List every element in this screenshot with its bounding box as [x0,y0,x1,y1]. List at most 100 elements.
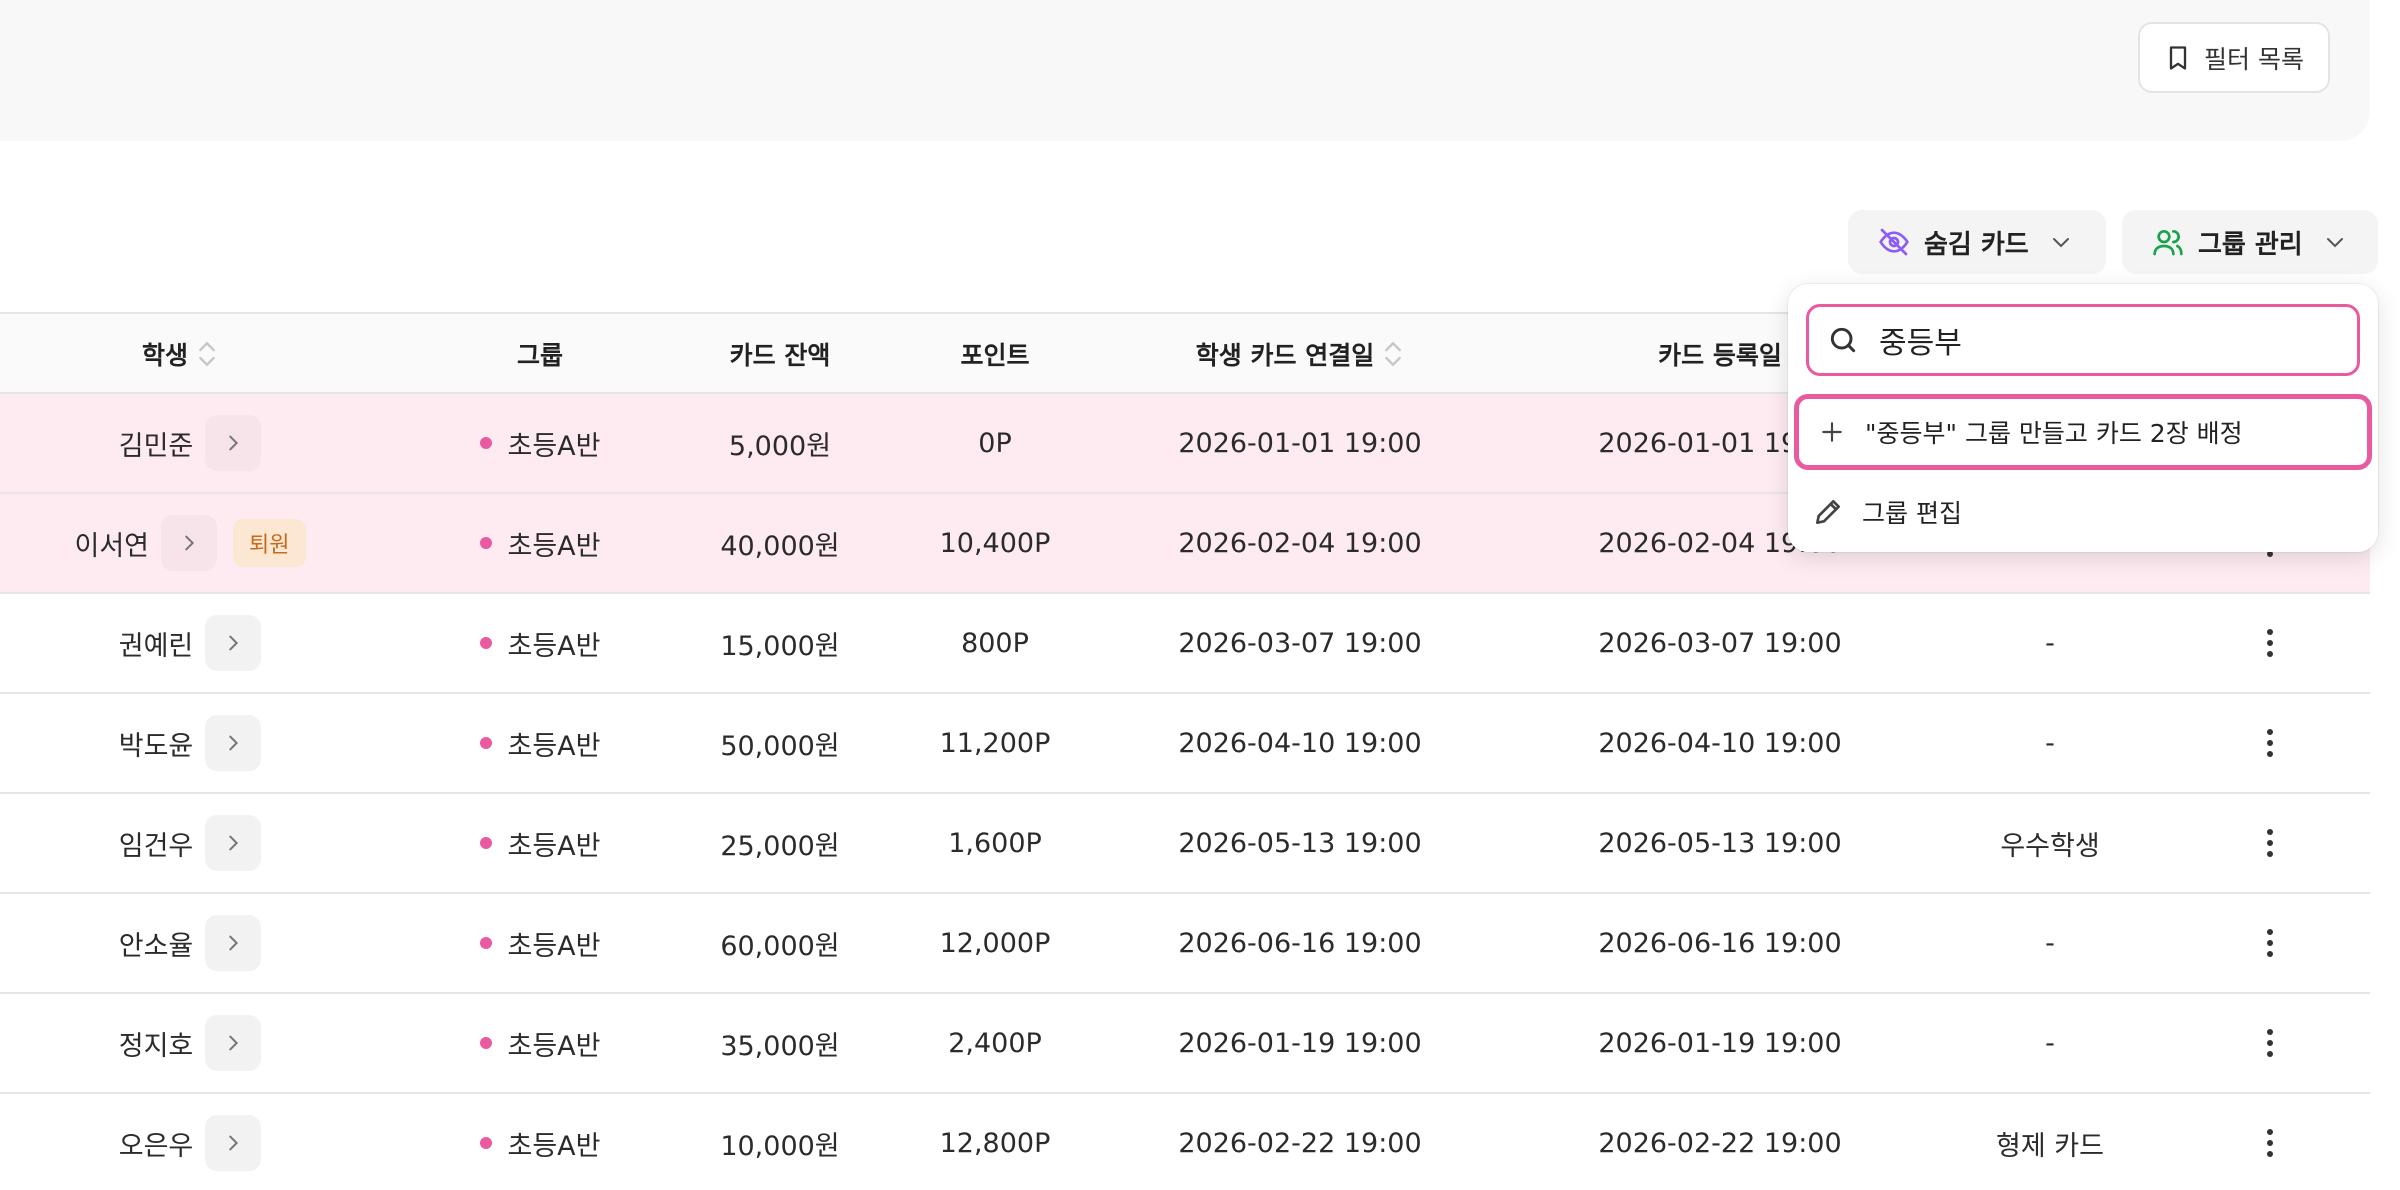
more-vertical-icon [2267,629,2273,657]
linked-date-cell: 2026-02-04 19:00 [1178,527,1422,559]
student-detail-button[interactable] [205,415,262,471]
header-points: 포인트 [890,314,1100,394]
student-name-cell: 오은우 [40,1094,340,1190]
student-name-cell: 권예린 [40,594,340,692]
student-name-cell: 정지호 [40,994,340,1092]
status-badge: 퇴원 [233,519,306,567]
create-group-option[interactable]: "중등부" 그룹 만들고 카드 2장 배정 [1794,394,2372,470]
header-balance: 카드 잔액 [670,314,890,394]
more-vertical-icon [2267,1029,2273,1057]
group-search-box[interactable] [1806,304,2360,376]
balance-cell: 25,000원 [720,830,840,862]
student-detail-button[interactable] [205,1015,262,1071]
more-vertical-icon [2267,1129,2273,1157]
group-cell: 초등A반 [440,694,640,792]
memo-cell: 우수학생 [2000,830,2100,862]
registered-date-cell: 2026-06-16 19:00 [1598,927,1842,959]
header-student[interactable]: 학생 [100,314,260,394]
edit-group-label: 그룹 편집 [1862,499,1962,528]
chevron-right-icon [185,535,195,551]
chevron-down-icon [2326,238,2343,248]
points-cell: 2,400P [948,1027,1042,1059]
users-icon [2153,230,2183,256]
more-vertical-icon [2267,929,2273,957]
group-manage-button[interactable]: 그룹 관리 [2122,210,2378,274]
table-row[interactable]: 안소율 초등A반 60,000원 12,000P 2026-06-16 19:00 202… [0,894,2370,994]
group-cell: 초등A반 [440,994,640,1092]
chevron-right-icon [229,1035,239,1051]
row-more-button[interactable] [2240,1094,2300,1190]
header-registered-date-label: 카드 등록일 [1658,341,1782,370]
table-row[interactable]: 임건우 초등A반 25,000원 1,600P 2026-05-13 19:00 2026… [0,794,2370,894]
points-cell: 12,800P [939,1127,1051,1159]
header-points-label: 포인트 [960,341,1030,370]
row-more-button[interactable] [2240,694,2300,792]
edit-group-option[interactable]: 그룹 편집 [1812,484,1962,540]
group-cell: 초등A반 [440,394,640,492]
pencil-icon [1816,500,1840,524]
table-row[interactable]: 오은우 초등A반 10,000원 12,800P 2026-02-22 19:00 202… [0,1094,2370,1190]
table-row[interactable]: 권예린 초등A반 15,000원 800P 2026-03-07 19:00 2026-0… [0,594,2370,694]
more-vertical-icon [2267,829,2273,857]
header-group-label: 그룹 [516,341,563,370]
balance-cell: 40,000원 [720,530,840,562]
student-name: 임건우 [118,830,194,862]
group-name: 초등A반 [507,430,601,462]
group-name: 초등A반 [507,630,601,662]
group-name: 초등A반 [507,730,601,762]
row-more-button[interactable] [2240,994,2300,1092]
student-detail-button[interactable] [205,815,262,871]
points-cell: 12,000P [939,927,1051,959]
student-name-cell: 박도윤 [40,694,340,792]
registered-date-cell: 2026-05-13 19:00 [1598,827,1842,859]
group-name: 초등A반 [507,530,601,562]
app-root: 필터 목록 숨김 카드 그룹 관리 학생 그룹 카드 잔액 포인트 학생 카드 … [0,0,2400,1190]
sort-icon [199,341,215,367]
memo-cell: 형제 카드 [1996,1130,2104,1162]
row-more-button[interactable] [2240,794,2300,892]
student-detail-button[interactable] [205,715,262,771]
row-more-button[interactable] [2240,594,2300,692]
group-cell: 초등A반 [440,794,640,892]
student-detail-button[interactable] [205,1115,262,1171]
group-dropdown: "중등부" 그룹 만들고 카드 2장 배정 그룹 편집 [1788,284,2378,552]
search-icon [1830,327,1856,353]
student-name: 김민준 [118,430,194,462]
group-search-input[interactable] [1879,322,2319,358]
table-row[interactable]: 정지호 초등A반 35,000원 2,400P 2026-01-19 19:00 2026… [0,994,2370,1094]
student-detail-button[interactable] [205,915,262,971]
group-color-dot [479,537,492,549]
row-more-button[interactable] [2240,894,2300,992]
points-cell: 11,200P [939,727,1051,759]
student-name: 안소율 [118,930,194,962]
hidden-cards-button[interactable]: 숨김 카드 [1848,210,2106,274]
filter-list-button[interactable]: 필터 목록 [2138,22,2330,93]
linked-date-cell: 2026-04-10 19:00 [1178,727,1422,759]
balance-cell: 50,000원 [720,730,840,762]
header-balance-label: 카드 잔액 [729,341,831,370]
header-group: 그룹 [440,314,640,394]
student-detail-button[interactable] [161,515,218,571]
group-color-dot [479,437,492,449]
header-linked-date[interactable]: 학생 카드 연결일 [1100,314,1500,394]
group-manage-label: 그룹 관리 [2198,229,2303,260]
group-color-dot [479,937,492,949]
registered-date-cell: 2026-02-22 19:00 [1598,1127,1842,1159]
group-color-dot [479,737,492,749]
student-name: 오은우 [118,1130,194,1162]
hidden-cards-label: 숨김 카드 [1924,229,2029,260]
group-color-dot [479,837,492,849]
sort-icon [1385,341,1402,367]
linked-date-cell: 2026-06-16 19:00 [1178,927,1422,959]
group-name: 초등A반 [507,830,601,862]
student-name: 이서연 [74,530,150,562]
chevron-right-icon [229,435,239,451]
registered-date-cell: 2026-01-19 19:00 [1598,1027,1842,1059]
group-color-dot [479,1137,492,1149]
table-row[interactable]: 박도윤 초등A반 50,000원 11,200P 2026-04-10 19:00 202… [0,694,2370,794]
chevron-right-icon [229,635,239,651]
points-cell: 10,400P [939,527,1051,559]
chevron-right-icon [229,1135,239,1151]
student-detail-button[interactable] [205,615,262,671]
registered-date-cell: 2026-04-10 19:00 [1598,727,1842,759]
